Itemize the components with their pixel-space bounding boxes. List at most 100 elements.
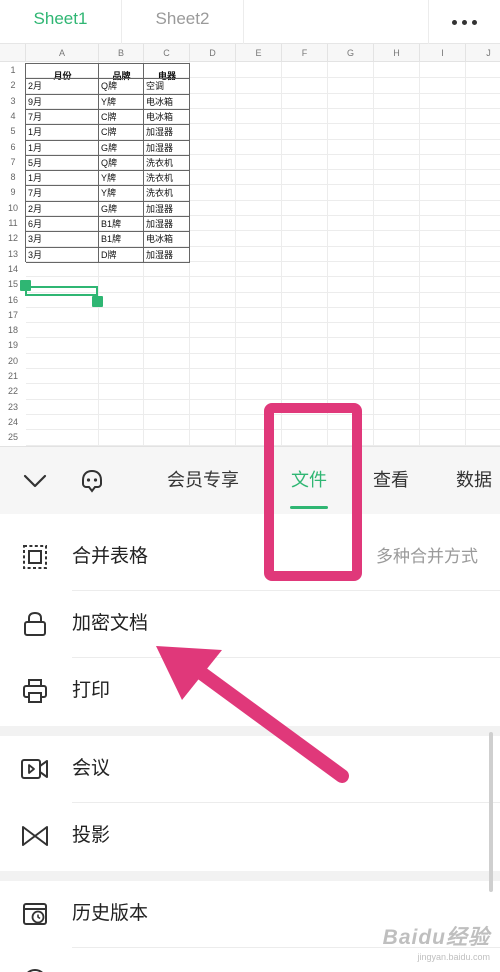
row-header[interactable]: 10 [0, 200, 26, 216]
tab-sheet1[interactable]: Sheet1 [0, 0, 122, 44]
row-header[interactable]: 14 [0, 261, 26, 278]
selection-handle[interactable] [20, 280, 31, 292]
row-header[interactable]: 12 [0, 231, 26, 247]
table-cell[interactable]: 电冰箱 [144, 109, 190, 124]
table-cell[interactable]: 5月 [26, 155, 99, 170]
tab-view[interactable]: 查看 [373, 447, 409, 515]
table-cell[interactable]: C牌 [99, 109, 144, 124]
table-cell[interactable]: Q牌 [99, 155, 144, 170]
row-header[interactable]: 23 [0, 399, 26, 415]
projection-item[interactable]: 投影 [0, 803, 500, 869]
watermark-url: jingyan.baidu.com [417, 952, 490, 962]
row-header[interactable]: 19 [0, 338, 26, 354]
column-header[interactable]: E [236, 44, 282, 62]
table-cell[interactable]: 洗衣机 [144, 170, 190, 185]
grid-row-line [26, 413, 500, 415]
tab-member-exclusive[interactable]: 会员专享 [167, 447, 239, 515]
row-header[interactable]: 3 [0, 93, 26, 109]
row-header[interactable]: 9 [0, 185, 26, 201]
column-header[interactable]: F [282, 44, 328, 62]
table-cell[interactable]: 3月 [26, 231, 99, 246]
table-cell[interactable]: 3月 [26, 247, 99, 262]
row-header[interactable]: 18 [0, 323, 26, 339]
row-header[interactable]: 8 [0, 170, 26, 186]
merge-tables-item[interactable]: 合并表格 多种合并方式 [0, 524, 500, 590]
history-versions-label: 历史版本 [72, 903, 149, 924]
encrypt-document-item[interactable]: 加密文档 [0, 591, 500, 657]
table-cell[interactable]: 2月 [26, 201, 99, 216]
row-header[interactable]: 17 [0, 307, 26, 324]
menu-scrollbar[interactable] [489, 732, 493, 892]
table-cell[interactable]: 1月 [26, 140, 99, 155]
table-cell[interactable]: 加湿器 [144, 140, 190, 155]
table-cell[interactable]: G牌 [99, 201, 144, 216]
table-cell[interactable]: 洗衣机 [144, 185, 190, 200]
circle-icon [20, 966, 50, 972]
table-cell[interactable]: 电冰箱 [144, 231, 190, 246]
row-header[interactable]: 2 [0, 78, 26, 94]
row-header[interactable]: 20 [0, 353, 26, 369]
selection-handle[interactable] [92, 295, 103, 307]
table-cell[interactable]: 加湿器 [144, 124, 190, 139]
table-cell[interactable]: 1月 [26, 124, 99, 139]
collapse-button[interactable] [14, 447, 56, 515]
more-dot [452, 19, 457, 25]
row-header[interactable]: 4 [0, 108, 26, 125]
grid-row-line [26, 368, 500, 369]
table-border-line [26, 170, 190, 172]
spreadsheet-grid[interactable]: A B C D E F G H I J 1 2 3 4 5 6 7 8 9 10 11 12 13 14 15 16 17 18 19 2… [0, 44, 500, 446]
printer-icon [20, 676, 50, 706]
table-cell[interactable]: 洗衣机 [144, 155, 190, 170]
table-border-line [26, 124, 190, 126]
more-options-button[interactable] [428, 0, 500, 44]
table-cell[interactable]: 加湿器 [144, 247, 190, 262]
table-cell[interactable]: 1月 [26, 170, 99, 185]
meeting-label: 会议 [72, 758, 111, 779]
table-cell[interactable]: D牌 [99, 247, 144, 262]
row-header[interactable]: 7 [0, 154, 26, 171]
row-header[interactable]: 22 [0, 384, 26, 400]
tab-sheet2[interactable]: Sheet2 [122, 0, 244, 44]
table-cell[interactable]: B1牌 [99, 231, 144, 246]
column-header[interactable]: A [26, 44, 99, 62]
grid-row-line [26, 352, 500, 354]
row-header[interactable]: 11 [0, 216, 26, 232]
table-cell[interactable]: G牌 [99, 140, 144, 155]
table-cell[interactable]: B1牌 [99, 216, 144, 231]
table-cell[interactable]: Y牌 [99, 94, 144, 109]
row-header[interactable]: 16 [0, 292, 26, 308]
cell-selection[interactable] [25, 286, 98, 297]
table-cell[interactable]: 6月 [26, 216, 99, 231]
tab-data[interactable]: 数据 [456, 447, 500, 515]
row-header[interactable]: 1 [0, 63, 26, 79]
table-cell[interactable]: Q牌 [99, 78, 144, 93]
column-header[interactable]: C [144, 44, 190, 62]
table-cell[interactable]: Y牌 [99, 185, 144, 200]
column-header[interactable]: I [420, 44, 466, 62]
table-cell[interactable]: 7月 [26, 109, 99, 124]
ai-assistant-button[interactable] [72, 447, 112, 515]
column-header[interactable]: J [466, 44, 500, 62]
table-cell[interactable]: 加湿器 [144, 201, 190, 216]
row-header[interactable]: 13 [0, 246, 26, 262]
row-header[interactable]: 25 [0, 430, 26, 446]
row-header[interactable]: 24 [0, 414, 26, 431]
table-cell[interactable]: 加湿器 [144, 216, 190, 231]
row-header[interactable]: 5 [0, 124, 26, 140]
table-cell[interactable]: 9月 [26, 94, 99, 109]
meeting-item[interactable]: 会议 [0, 736, 500, 802]
column-header[interactable]: B [99, 44, 144, 62]
table-cell[interactable]: Y牌 [99, 170, 144, 185]
column-header[interactable]: G [328, 44, 374, 62]
table-cell[interactable]: C牌 [99, 124, 144, 139]
row-header[interactable]: 21 [0, 369, 26, 385]
row-header[interactable]: 6 [0, 139, 26, 155]
print-item[interactable]: 打印 [0, 658, 500, 724]
table-cell[interactable]: 电冰箱 [144, 94, 190, 109]
table-cell[interactable]: 2月 [26, 78, 99, 93]
column-header[interactable]: D [190, 44, 236, 62]
table-cell[interactable]: 空调 [144, 78, 190, 93]
table-cell[interactable]: 7月 [26, 185, 99, 200]
grid-column-line [235, 62, 236, 446]
column-header[interactable]: H [374, 44, 420, 62]
